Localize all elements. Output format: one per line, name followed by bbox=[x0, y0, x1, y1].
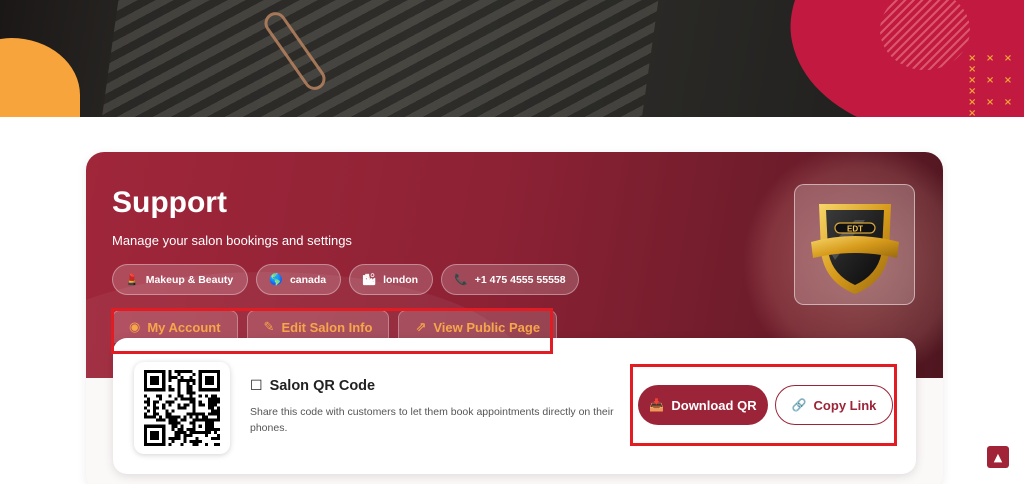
lipstick-icon: 💄 bbox=[125, 273, 139, 286]
salon-info-chips: 💄 Makeup & Beauty 🌎 canada 🏙 london 📞 +1… bbox=[112, 264, 579, 295]
phone-icon: 📞 bbox=[454, 273, 468, 286]
hero-banner: × × × × × × × × × × × × bbox=[0, 0, 1024, 117]
chip-label: london bbox=[383, 273, 419, 286]
globe-icon: 🌎 bbox=[269, 273, 283, 286]
qr-title: ☐ Salon QR Code bbox=[250, 378, 375, 394]
qr-code-icon bbox=[144, 370, 220, 446]
shield-logo-icon: EDT bbox=[810, 203, 899, 294]
salon-logo: EDT bbox=[794, 184, 915, 305]
salon-title: Support bbox=[112, 186, 227, 219]
hero-orange-blob bbox=[0, 38, 80, 117]
chip-city: 🏙 london bbox=[349, 264, 434, 295]
scroll-to-top-button[interactable]: ▲ bbox=[987, 446, 1009, 468]
hero-x-pattern: × × × × × × × × × × × × bbox=[968, 53, 1016, 117]
chip-category: 💄 Makeup & Beauty bbox=[112, 264, 249, 295]
chip-country: 🌎 canada bbox=[256, 264, 342, 295]
chevron-up-icon: ▲ bbox=[993, 450, 1003, 464]
qr-code-image bbox=[134, 362, 230, 454]
highlight-box-qr-actions bbox=[630, 364, 897, 446]
logo-text: EDT bbox=[847, 224, 863, 233]
qr-square-icon: ☐ bbox=[250, 378, 263, 394]
chip-label: Makeup & Beauty bbox=[145, 273, 234, 286]
qr-description: Share this code with customers to let th… bbox=[250, 406, 614, 434]
chip-label: +1 475 4555 55558 bbox=[474, 273, 566, 286]
chip-phone[interactable]: 📞 +1 475 4555 55558 bbox=[441, 264, 579, 295]
chip-label: canada bbox=[289, 273, 327, 286]
hero-photo-towel bbox=[98, 0, 662, 117]
qr-title-text: Salon QR Code bbox=[269, 378, 376, 394]
cityscape-icon: 🏙 bbox=[362, 273, 377, 286]
highlight-box-tabs bbox=[111, 308, 553, 354]
salon-subtitle: Manage your salon bookings and settings bbox=[112, 233, 352, 248]
